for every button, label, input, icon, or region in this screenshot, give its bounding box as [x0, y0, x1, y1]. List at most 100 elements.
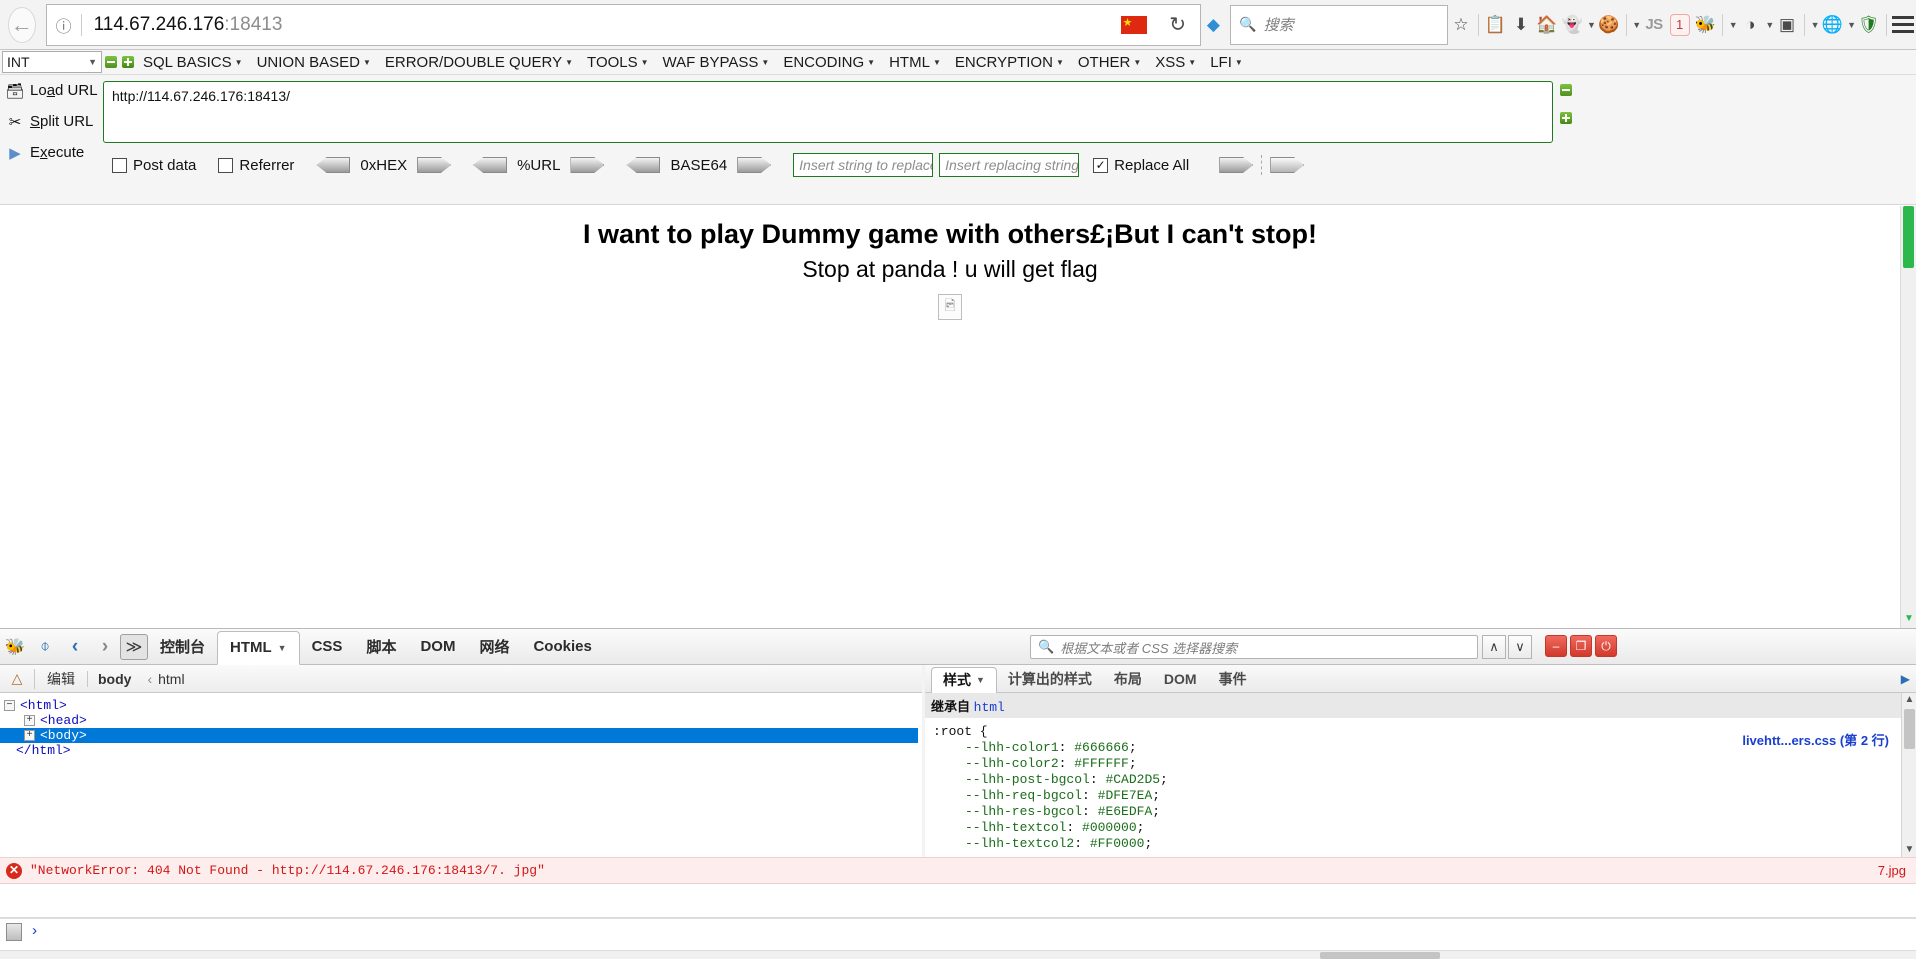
download-icon[interactable]: ⬇: [1508, 6, 1534, 44]
minus-square-icon[interactable]: [1560, 83, 1590, 101]
css-source-link[interactable]: livehtt...ers.css (第 2 行): [1742, 730, 1889, 749]
scroll-down-arrow-icon[interactable]: ▼: [1904, 614, 1914, 624]
tab-dom[interactable]: DOM: [408, 630, 467, 664]
css-declaration[interactable]: --lhh-res-bgcol: #E6EDFA;: [925, 804, 1901, 820]
history-forward-icon[interactable]: ›: [90, 631, 120, 663]
css-declaration[interactable]: --lhh-req-bgcol: #DFE7EA;: [925, 788, 1901, 804]
base64-encode-arrow-icon[interactable]: [737, 157, 772, 173]
menu-hamburger-icon[interactable]: [1890, 6, 1916, 44]
referrer-checkbox[interactable]: [218, 157, 234, 173]
url-encode-arrow-icon[interactable]: [570, 157, 605, 173]
bookmark-star-icon[interactable]: ☆: [1448, 6, 1474, 44]
ghostery-icon[interactable]: 👻: [1559, 6, 1585, 44]
menu-lfi[interactable]: LFI ▼: [1203, 51, 1250, 74]
breadcrumb-body[interactable]: body: [87, 670, 141, 687]
encoding-type-select[interactable]: INT ▼: [2, 51, 102, 73]
firebug-bug-icon[interactable]: 🐝: [1692, 6, 1718, 44]
menu-xss[interactable]: XSS ▼: [1148, 51, 1203, 74]
page-scrollbar[interactable]: ▼: [1900, 206, 1916, 628]
close-button[interactable]: ⏻: [1595, 635, 1617, 657]
style-tab-layout[interactable]: 布局: [1103, 666, 1153, 692]
style-tab-dom[interactable]: DOM: [1153, 666, 1208, 692]
post-data-checkbox[interactable]: [112, 157, 127, 173]
home-icon[interactable]: 🏠: [1534, 6, 1560, 44]
devtools-search-input[interactable]: 🔍 根据文本或者 CSS 选择器搜索: [1030, 635, 1478, 659]
minimize-button[interactable]: –: [1545, 635, 1567, 657]
proxy-chevron-down-icon[interactable]: ▼: [1811, 20, 1820, 30]
back-arrow-icon[interactable]: ←: [8, 6, 36, 43]
console-scrollbar-thumb[interactable]: [1320, 952, 1440, 959]
inherited-source[interactable]: html: [974, 700, 1005, 715]
post-data-option[interactable]: Post data: [112, 157, 196, 174]
scroll-down-arrow-icon[interactable]: ▼: [1902, 843, 1916, 857]
css-declaration[interactable]: --lhh-post-bgcol: #CAD2D5;: [925, 772, 1901, 788]
style-tab-events[interactable]: 事件: [1208, 666, 1258, 692]
style-tab-computed[interactable]: 计算出的样式: [997, 666, 1103, 692]
firebug-icon[interactable]: 🐝: [0, 631, 30, 663]
replace-string-input[interactable]: Insert string to replace: [793, 153, 934, 177]
tab-script[interactable]: 脚本: [354, 630, 408, 664]
tree-row-body[interactable]: + <body>: [0, 728, 918, 743]
css-declaration[interactable]: --lhh-color2: #FFFFFF;: [925, 756, 1901, 772]
reader-list-icon[interactable]: 📋: [1483, 6, 1509, 44]
base64-decode-arrow-icon[interactable]: [626, 157, 661, 173]
menu-union-based[interactable]: UNION BASED ▼: [250, 51, 378, 74]
search-input[interactable]: 🔍 搜索: [1230, 4, 1449, 45]
load-url-button[interactable]: 🗃 Load URL: [0, 75, 118, 106]
tab-network[interactable]: 网络: [467, 630, 521, 664]
menu-tools[interactable]: TOOLS ▼: [580, 51, 656, 74]
css-declaration[interactable]: --lhh-textcol: #000000;: [925, 820, 1901, 836]
console-toggle-icon[interactable]: ≫: [120, 633, 148, 660]
china-flag-icon[interactable]: [1112, 14, 1156, 34]
console-error-row[interactable]: ✕ "NetworkError: 404 Not Found - http://…: [0, 857, 1916, 884]
search-prev-button[interactable]: ∧: [1482, 635, 1506, 659]
minus-square-icon[interactable]: [102, 56, 119, 68]
replace-all-option[interactable]: ✓ Replace All: [1093, 157, 1189, 174]
twisty-expand-icon[interactable]: +: [24, 715, 35, 726]
css-panel-scrollbar-thumb[interactable]: [1904, 709, 1915, 749]
plus-square-icon[interactable]: [119, 56, 136, 68]
html-tree-panel[interactable]: − <html> + <head> + <body> </html>: [0, 693, 922, 857]
hex-encode-arrow-icon[interactable]: [417, 157, 452, 173]
tab-console[interactable]: 控制台: [148, 630, 217, 664]
tab-css[interactable]: CSS: [300, 630, 355, 664]
hex-decode-arrow-icon[interactable]: [316, 157, 351, 173]
tab-cookies[interactable]: Cookies: [521, 630, 603, 664]
inspect-element-icon[interactable]: ⌽: [30, 631, 60, 663]
cookie-icon[interactable]: 🍪: [1596, 6, 1622, 44]
tree-row-html-open[interactable]: − <html>: [0, 698, 922, 713]
adblock-shield-icon[interactable]: 🛡: [1856, 6, 1882, 44]
referrer-option[interactable]: Referrer: [218, 157, 294, 174]
css-declaration[interactable]: --lhh-textcol2: #FF0000;: [925, 836, 1901, 852]
menu-html[interactable]: HTML ▼: [882, 51, 948, 74]
tab-html[interactable]: HTML ▼: [217, 630, 300, 665]
replace-apply-arrow-icon[interactable]: [1219, 157, 1254, 173]
console-lines-icon[interactable]: [6, 923, 22, 941]
replace-all-checkbox[interactable]: ✓: [1093, 157, 1109, 173]
noscript-icon[interactable]: JS: [1641, 6, 1667, 44]
plus-square-icon[interactable]: [1560, 111, 1590, 129]
proxy-switch-icon[interactable]: ▣: [1774, 6, 1800, 44]
replacing-string-input[interactable]: Insert replacing string: [939, 153, 1080, 177]
style-tabs-overflow-icon[interactable]: ▶: [1901, 672, 1910, 686]
shield-blue-icon[interactable]: ◆: [1201, 6, 1227, 44]
ghostery-chevron-down-icon[interactable]: ▼: [1587, 20, 1596, 30]
scroll-up-arrow-icon[interactable]: ▲: [1902, 693, 1916, 707]
menu-other[interactable]: OTHER ▼: [1071, 51, 1148, 74]
url-text[interactable]: 114.67.246.176:18413: [82, 14, 1112, 36]
globe-icon[interactable]: 🌐: [1820, 6, 1846, 44]
history-back-icon[interactable]: ‹: [60, 631, 90, 663]
twisty-expand-icon[interactable]: +: [24, 730, 35, 741]
firebug-chevron-down-icon[interactable]: ▼: [1729, 20, 1738, 30]
url-textarea[interactable]: http://114.67.246.176:18413/: [103, 81, 1553, 143]
menu-encryption[interactable]: ENCRYPTION ▼: [948, 51, 1071, 74]
style-tab-styles[interactable]: 样式 ▼: [931, 666, 997, 693]
tamper-chevron-down-icon[interactable]: ▼: [1765, 20, 1774, 30]
tree-row-head[interactable]: + <head>: [0, 713, 922, 728]
menu-sql-basics[interactable]: SQL BASICS ▼: [136, 51, 250, 74]
breadcrumb-html[interactable]: html: [158, 671, 184, 687]
reload-icon[interactable]: ↻: [1156, 12, 1200, 37]
console-horizontal-scrollbar[interactable]: [0, 950, 1916, 959]
css-panel-scrollbar[interactable]: ▲ ▼: [1901, 693, 1916, 857]
page-scrollbar-thumb[interactable]: [1903, 206, 1914, 268]
